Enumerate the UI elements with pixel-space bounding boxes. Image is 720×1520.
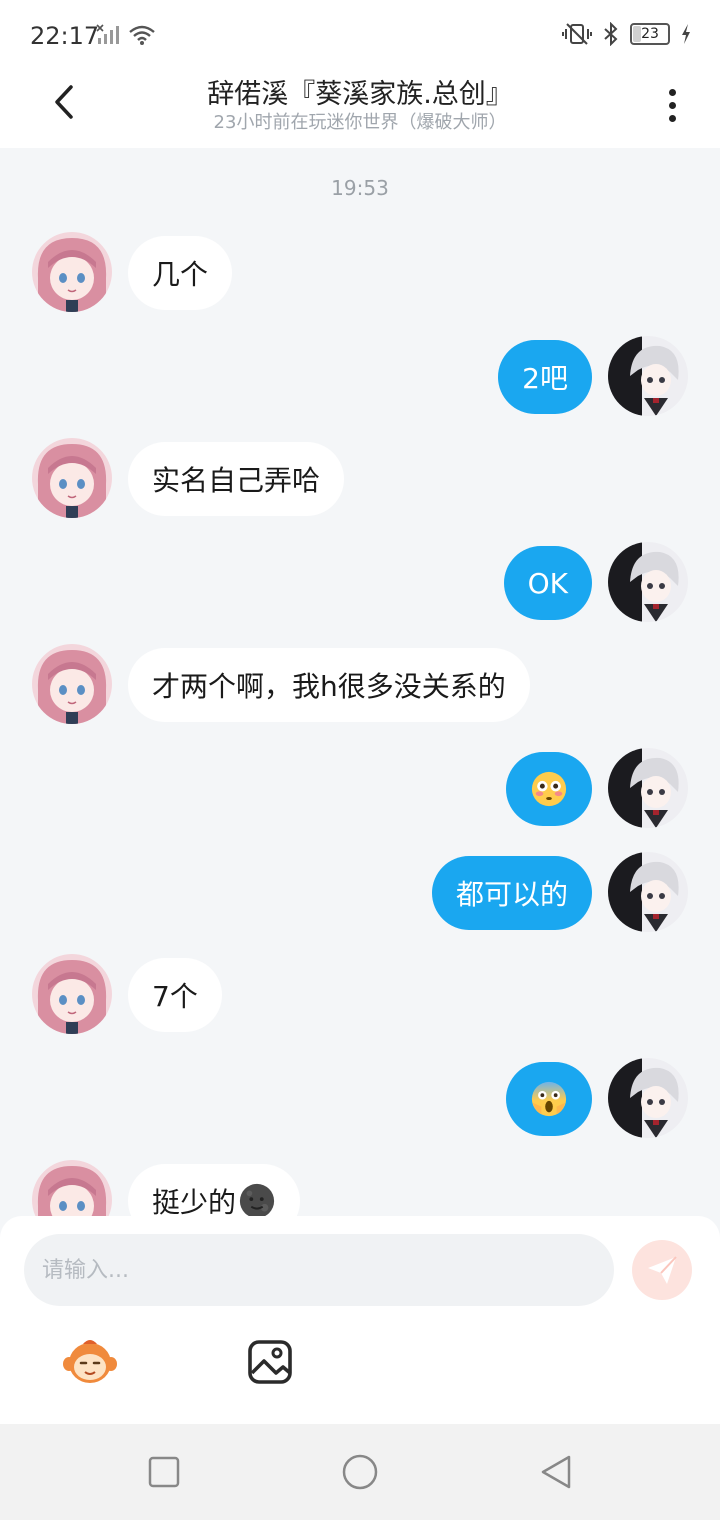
chevron-left-icon bbox=[55, 85, 73, 119]
nav-back-button[interactable] bbox=[536, 1452, 576, 1492]
send-button[interactable] bbox=[632, 1240, 692, 1300]
battery-fill bbox=[633, 26, 641, 42]
message-text: 2吧 bbox=[522, 362, 568, 395]
image-button[interactable] bbox=[240, 1336, 300, 1388]
contact-status: 23小时前在玩迷你世界（爆破大师） bbox=[213, 112, 507, 133]
user-avatar[interactable] bbox=[608, 852, 688, 932]
message-bubble[interactable]: OK bbox=[503, 546, 592, 620]
message-row: 7个 bbox=[0, 954, 720, 1034]
message-row bbox=[0, 748, 720, 828]
flushed-face-emoji bbox=[531, 771, 567, 807]
dark-moon-face-emoji bbox=[239, 1183, 275, 1216]
recents-button[interactable] bbox=[144, 1452, 184, 1492]
message-row: 2吧 bbox=[0, 336, 720, 416]
more-button[interactable] bbox=[652, 80, 692, 130]
contact-avatar[interactable] bbox=[32, 438, 112, 518]
message-bubble[interactable] bbox=[506, 752, 592, 826]
sticker-button[interactable] bbox=[60, 1336, 120, 1388]
message-text: 实名自己弄哈 bbox=[152, 464, 321, 497]
more-vertical-icon bbox=[668, 101, 676, 109]
message-bubble[interactable]: 2吧 bbox=[498, 340, 592, 414]
message-text: 都可以的 bbox=[455, 878, 568, 911]
message-row: OK bbox=[0, 542, 720, 622]
contact-avatar[interactable] bbox=[32, 1160, 112, 1216]
message-row: 才两个啊，我h很多没关系的 bbox=[0, 644, 720, 724]
vibrate-mute-icon bbox=[562, 23, 592, 45]
message-row: 几个 bbox=[0, 232, 720, 312]
image-icon bbox=[248, 1340, 292, 1384]
message-bubble[interactable]: 几个 bbox=[128, 236, 233, 310]
message-text: 才两个啊，我h很多没关系的 bbox=[152, 670, 506, 703]
contact-name: 辞偌溪『葵溪家族.总创』 bbox=[207, 79, 513, 110]
more-vertical-icon bbox=[668, 114, 676, 122]
status-left-icons bbox=[96, 24, 156, 46]
triangle-back-icon bbox=[541, 1455, 571, 1489]
bluetooth-icon bbox=[604, 22, 618, 46]
message-input[interactable] bbox=[24, 1234, 614, 1306]
message-row: 都可以的 bbox=[0, 852, 720, 932]
chat-header: 辞偌溪『葵溪家族.总创』 23小时前在玩迷你世界（爆破大师） bbox=[0, 72, 720, 148]
charging-icon bbox=[682, 24, 690, 44]
message-row: 挺少的 bbox=[0, 1160, 720, 1216]
message-text: 几个 bbox=[152, 258, 209, 291]
message-text: 挺少的 bbox=[152, 1186, 237, 1216]
status-time: 22:17 bbox=[30, 22, 100, 50]
message-text: OK bbox=[527, 566, 568, 600]
send-icon bbox=[648, 1256, 677, 1284]
message-bubble[interactable]: 7个 bbox=[128, 958, 222, 1032]
home-button[interactable] bbox=[340, 1452, 380, 1492]
back-button[interactable] bbox=[40, 78, 88, 126]
user-avatar[interactable] bbox=[608, 542, 688, 622]
status-right-icons: 23 bbox=[562, 22, 692, 46]
status-bar: 22:17 23 bbox=[0, 0, 720, 72]
square-icon bbox=[148, 1456, 180, 1488]
battery-indicator: 23 bbox=[630, 23, 670, 45]
battery-level: 23 bbox=[641, 26, 659, 42]
user-avatar[interactable] bbox=[608, 1058, 688, 1138]
more-vertical-icon bbox=[668, 88, 676, 96]
message-row: 实名自己弄哈 bbox=[0, 438, 720, 518]
circle-icon bbox=[342, 1454, 378, 1490]
contact-avatar[interactable] bbox=[32, 644, 112, 724]
contact-avatar[interactable] bbox=[32, 232, 112, 312]
input-panel bbox=[0, 1216, 720, 1424]
screaming-face-emoji bbox=[531, 1081, 567, 1117]
system-nav-bar bbox=[0, 1424, 720, 1520]
message-bubble[interactable]: 才两个啊，我h很多没关系的 bbox=[128, 648, 530, 722]
message-text: 7个 bbox=[152, 980, 198, 1013]
monkey-sticker-icon bbox=[63, 1340, 117, 1383]
message-row bbox=[0, 1058, 720, 1138]
user-avatar[interactable] bbox=[608, 336, 688, 416]
chat-messages[interactable]: 19:53 几个 2吧 实名自己弄哈 OK 才两个啊，我h很多没关系的 都可以的… bbox=[0, 148, 720, 1216]
message-bubble[interactable] bbox=[506, 1062, 592, 1136]
message-bubble[interactable]: 都可以的 bbox=[431, 856, 592, 930]
message-bubble[interactable]: 实名自己弄哈 bbox=[128, 442, 345, 516]
user-avatar[interactable] bbox=[608, 748, 688, 828]
message-timestamp: 19:53 bbox=[331, 176, 389, 200]
wifi-icon bbox=[129, 25, 155, 45]
signal-icon bbox=[96, 24, 119, 44]
message-bubble[interactable]: 挺少的 bbox=[128, 1164, 301, 1216]
contact-avatar[interactable] bbox=[32, 954, 112, 1034]
